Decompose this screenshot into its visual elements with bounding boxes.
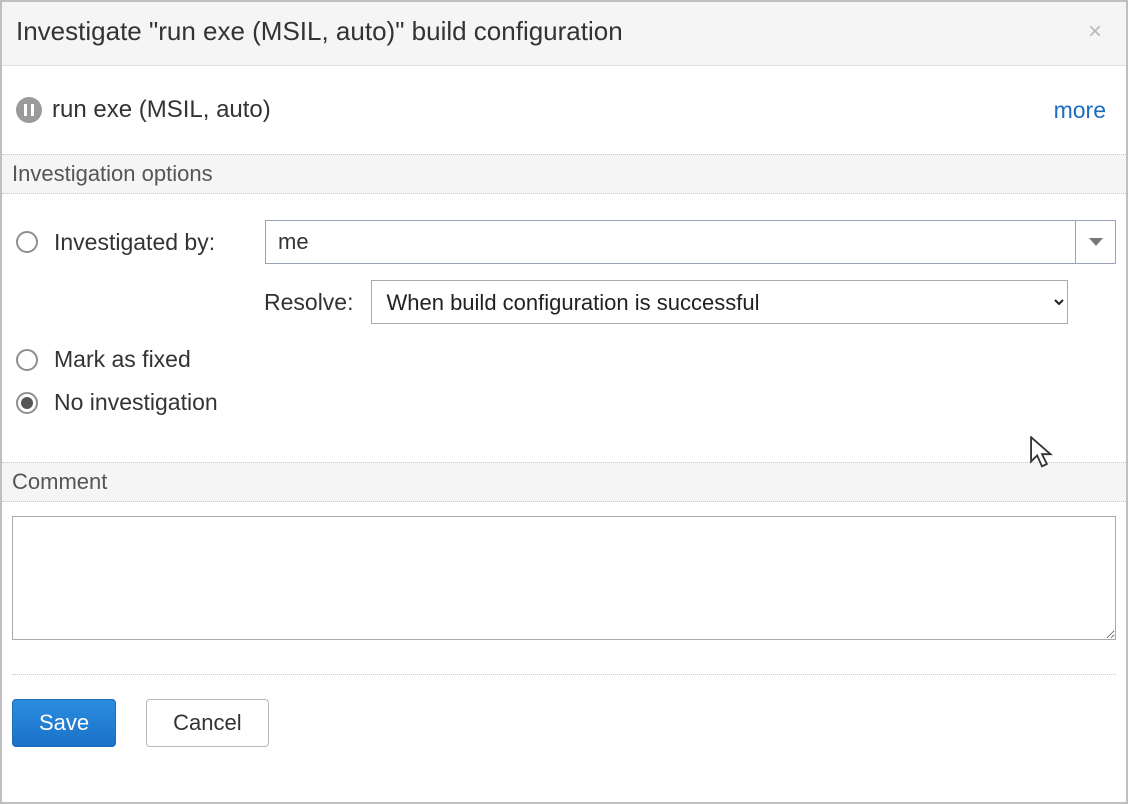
no-investigation-radio[interactable]: [16, 392, 38, 414]
investigated-by-dropdown-button[interactable]: [1075, 221, 1115, 263]
cancel-button[interactable]: Cancel: [146, 699, 268, 747]
dialog-title: Investigate "run exe (MSIL, auto)" build…: [16, 16, 623, 47]
mark-as-fixed-label[interactable]: Mark as fixed: [54, 346, 249, 373]
investigated-by-value: me: [266, 221, 1075, 263]
investigation-options-header: Investigation options: [2, 154, 1126, 194]
comment-textarea[interactable]: [12, 516, 1116, 640]
save-button[interactable]: Save: [12, 699, 116, 747]
investigated-by-field[interactable]: me: [265, 220, 1116, 264]
pause-icon: [16, 97, 42, 123]
build-config-left: run exe (MSIL, auto): [16, 96, 271, 124]
comment-header: Comment: [2, 462, 1126, 502]
mark-as-fixed-radio[interactable]: [16, 349, 38, 371]
dialog-footer: Save Cancel: [2, 675, 1126, 757]
chevron-down-icon: [1089, 238, 1103, 246]
resolve-row: Resolve: When build configuration is suc…: [12, 280, 1068, 324]
dialog-header: Investigate "run exe (MSIL, auto)" build…: [2, 2, 1126, 66]
build-config-row: run exe (MSIL, auto) more: [2, 66, 1126, 154]
no-investigation-row: No investigation: [16, 389, 1116, 416]
more-link[interactable]: more: [1054, 97, 1106, 124]
investigated-by-label[interactable]: Investigated by:: [54, 229, 249, 256]
no-investigation-label[interactable]: No investigation: [54, 389, 249, 416]
close-icon[interactable]: ×: [1084, 20, 1106, 44]
investigated-by-row: Investigated by: me: [16, 220, 1116, 264]
build-config-name: run exe (MSIL, auto): [52, 96, 271, 124]
resolve-select[interactable]: When build configuration is successful: [371, 280, 1068, 324]
resolve-label: Resolve:: [264, 289, 353, 316]
dialog-content: run exe (MSIL, auto) more Investigation …: [2, 66, 1126, 757]
investigation-options-body: Investigated by: me Resolve: When build …: [2, 194, 1126, 462]
investigated-by-radio[interactable]: [16, 231, 38, 253]
comment-body: [2, 502, 1126, 674]
mark-as-fixed-row: Mark as fixed: [16, 346, 1116, 373]
